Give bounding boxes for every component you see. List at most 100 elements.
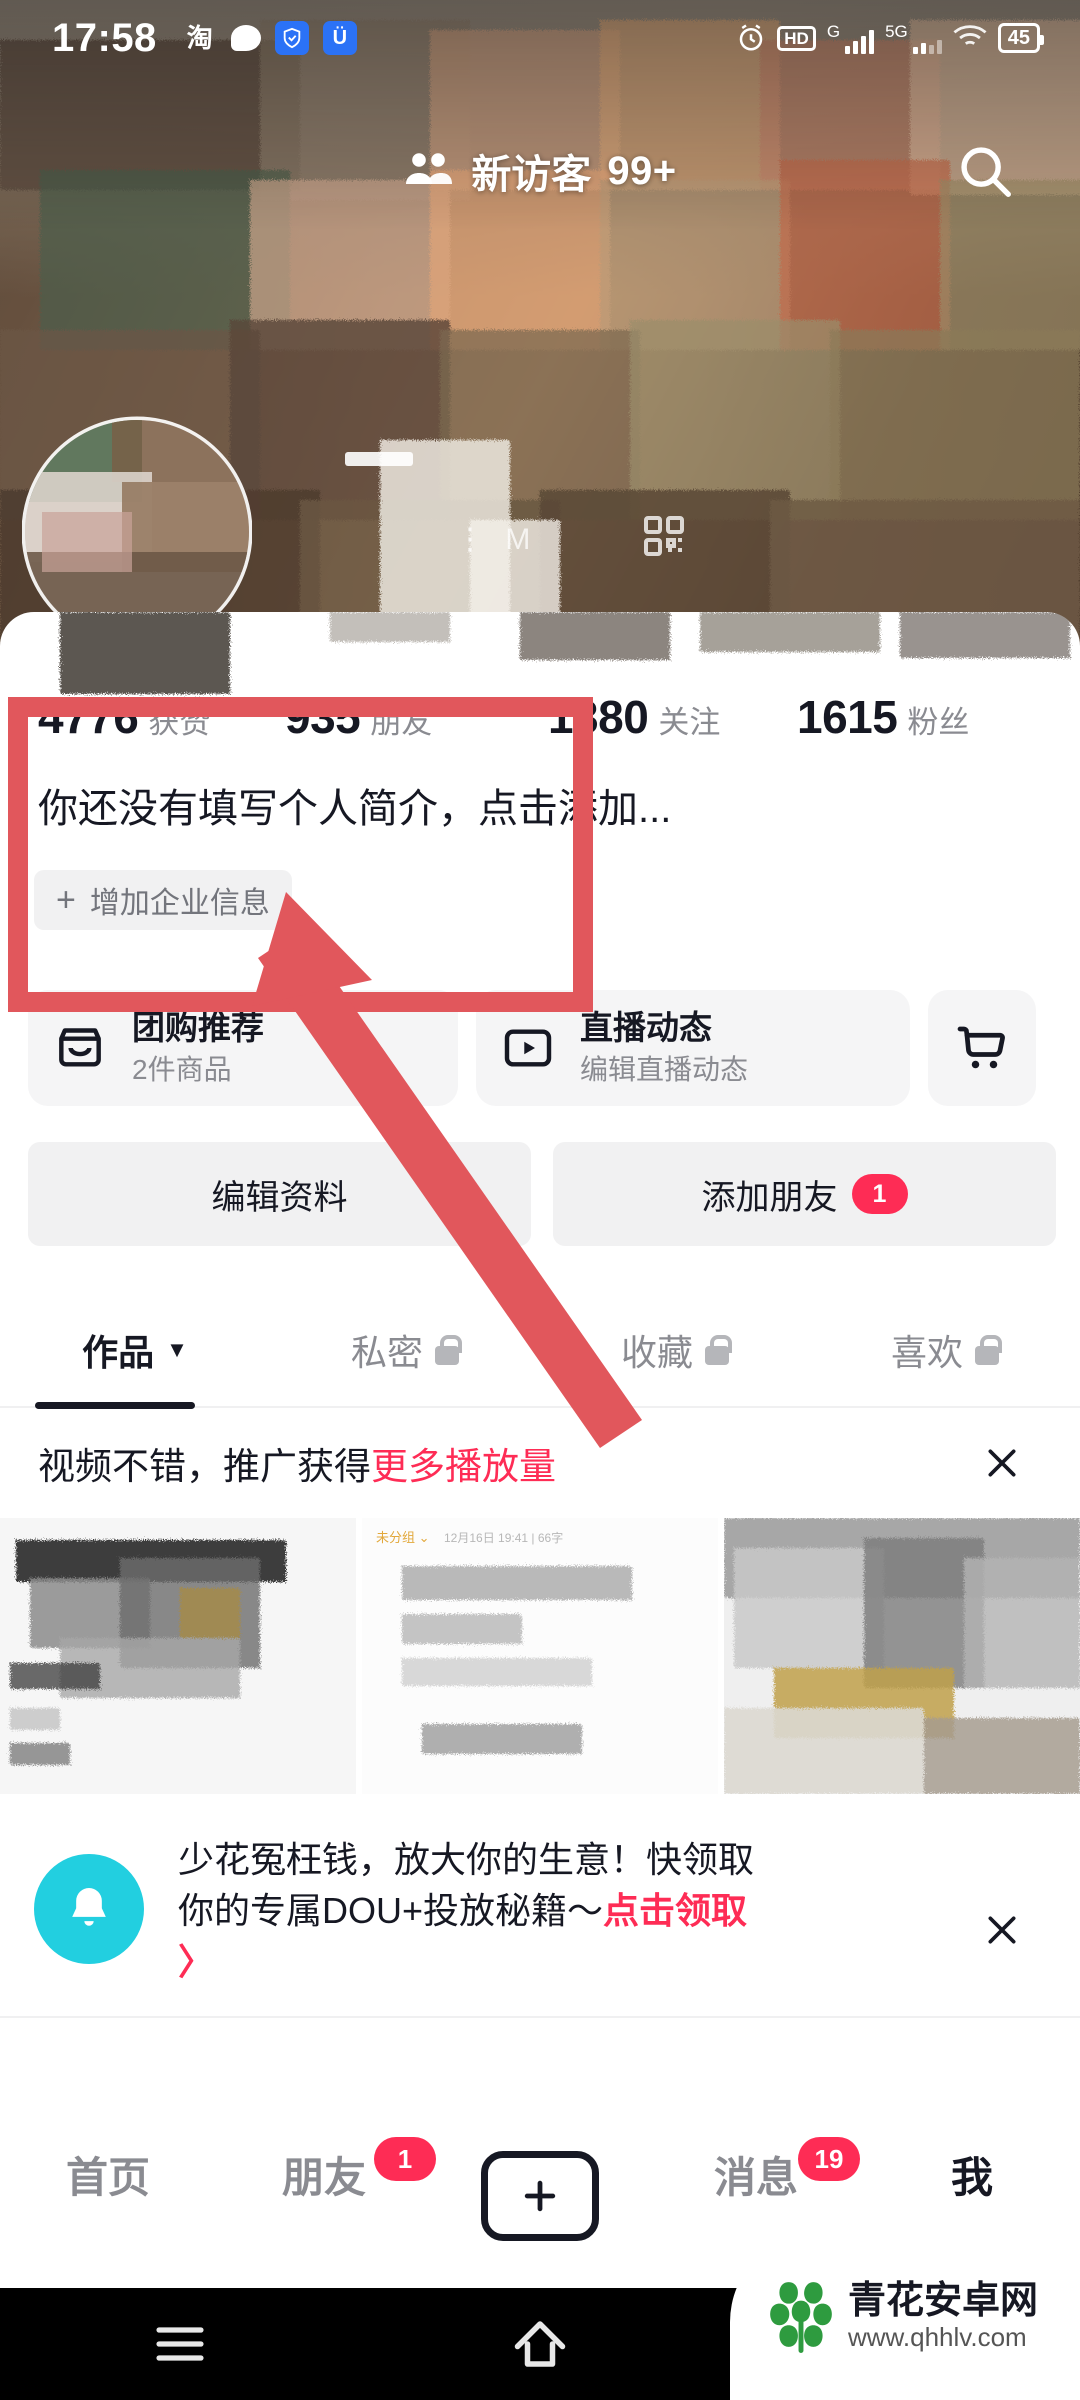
add-friend-button[interactable]: 添加朋友 1: [553, 1142, 1056, 1246]
shortcut-row: 团购推荐 2件商品 直播动态 编辑直播动态: [28, 990, 1056, 1106]
stat-followers[interactable]: 1615 粉丝: [797, 690, 969, 744]
new-visitors-count: 99+: [607, 148, 677, 193]
status-time: 17:58: [52, 15, 157, 60]
dou-plus-text: 少花冤枉钱，放大你的生意！快领取 你的专属DOU+投放秘籍～点击领取 〉: [178, 1834, 938, 1987]
status-bar: 17:58 淘 Ü HD G 5G 45: [0, 0, 1080, 76]
stat-following-label: 关注: [658, 705, 721, 740]
edit-profile-button[interactable]: 编辑资料: [28, 1142, 531, 1246]
tab-private[interactable]: 私密: [270, 1324, 540, 1376]
promote-video-text-highlight: 更多播放量: [371, 1446, 556, 1487]
nav-item-home[interactable]: 首页: [0, 2135, 216, 2245]
bio-text[interactable]: 你还没有填写个人简介，点击添加...: [38, 784, 1038, 834]
battery-indicator: 45: [997, 23, 1045, 53]
work-thumbnail[interactable]: [724, 1518, 1080, 1794]
group-buy-subtitle: 2件商品: [132, 1053, 232, 1085]
search-button[interactable]: [942, 128, 1028, 214]
tab-works[interactable]: 作品 ▼: [0, 1324, 270, 1376]
status-notification-icons: 淘 Ü: [183, 21, 357, 55]
stat-followers-label: 粉丝: [907, 705, 970, 740]
work-category-label: 未分组 ⌄: [376, 1530, 430, 1545]
store-icon: [28, 990, 132, 1106]
group-buy-text: 团购推荐 2件商品: [132, 1009, 290, 1087]
security-shield-icon: [274, 21, 309, 55]
add-enterprise-info-button[interactable]: + 增加企业信息: [34, 870, 292, 930]
dou-plus-line1: 少花冤枉钱，放大你的生意！快领取: [178, 1839, 755, 1880]
stat-following-value: 1380: [548, 691, 649, 743]
live-status-subtitle: 编辑直播动态: [580, 1053, 749, 1085]
work-meta-label: 12月16日 19:41 | 66字: [444, 1530, 563, 1545]
new-visitors-entry[interactable]: 新访客 99+: [0, 128, 1080, 214]
group-buy-title: 团购推荐: [132, 1009, 264, 1047]
banner-more-icon[interactable]: ⋮ M: [455, 522, 536, 557]
shopping-cart-button[interactable]: [928, 990, 1036, 1106]
nav-messages-label: 消息: [713, 2154, 798, 2201]
profile-action-row: 编辑资料 添加朋友 1: [28, 1142, 1056, 1246]
nav-item-create[interactable]: [432, 2135, 648, 2245]
live-status-text: 直播动态 编辑直播动态: [580, 1009, 774, 1087]
tab-likes-label: 喜欢: [890, 1332, 963, 1373]
promote-video-text: 视频不错，推广获得更多播放量: [38, 1436, 556, 1490]
profile-card: 4776 获赞 935 朋友 1380 关注 1615 粉丝 你还没有填写个人简…: [0, 612, 1080, 2092]
nav-friends-label: 朋友: [281, 2154, 366, 2201]
lock-icon: [435, 1335, 462, 1365]
nav-messages-badge: 19: [798, 2137, 860, 2181]
nav-home-label: 首页: [65, 2154, 150, 2201]
tab-favorites[interactable]: 收藏: [540, 1324, 810, 1376]
content-tabs: 作品 ▼ 私密 收藏 喜欢: [0, 1294, 1080, 1406]
bug-app-icon: Ü: [322, 21, 357, 55]
dou-plus-banner[interactable]: 少花冤枉钱，放大你的生意！快领取 你的专属DOU+投放秘籍～点击领取 〉: [0, 1804, 1080, 2016]
profile-stats: 4776 获赞 935 朋友 1380 关注 1615 粉丝: [0, 690, 1080, 760]
live-status-title: 直播动态: [580, 1009, 712, 1047]
qr-code-icon[interactable]: [640, 512, 688, 560]
chevron-down-icon: ▼: [166, 1337, 188, 1362]
stat-friends-value: 935: [285, 691, 361, 743]
dou-banner-divider: [0, 2016, 1080, 2018]
tab-private-label: 私密: [350, 1332, 423, 1373]
home-icon[interactable]: [495, 2309, 585, 2379]
profile-cover-banner[interactable]: ⋮ M: [0, 0, 1080, 660]
live-video-icon: [476, 990, 580, 1106]
stat-likes[interactable]: 4776 获赞: [38, 690, 210, 744]
message-bubble-icon: [230, 25, 261, 51]
site-watermark: 青花安卓网 www.qhhlv.com: [730, 2232, 1080, 2400]
group-buy-entry[interactable]: 团购推荐 2件商品: [28, 990, 458, 1106]
stat-likes-value: 4776: [38, 691, 139, 743]
dou-plus-line2-plain: 你的专属DOU+投放秘籍～: [178, 1890, 604, 1932]
search-icon: [961, 147, 1011, 197]
lock-icon: [975, 1335, 1002, 1365]
work-thumbnail[interactable]: 未分组 ⌄ 12月16日 19:41 | 66字: [362, 1518, 718, 1794]
tab-likes[interactable]: 喜欢: [810, 1324, 1080, 1376]
nav-me-label: 我: [950, 2154, 993, 2201]
edit-profile-label: 编辑资料: [211, 1178, 348, 1217]
tab-favorites-label: 收藏: [620, 1332, 693, 1373]
stat-following[interactable]: 1380 关注: [548, 690, 720, 744]
stat-friends-label: 朋友: [370, 705, 433, 740]
work-thumbnail[interactable]: [0, 1518, 356, 1794]
dou-plus-close-button[interactable]: [972, 1900, 1032, 1960]
nav-friends-badge: 1: [374, 2137, 436, 2181]
add-enterprise-info-label: 增加企业信息: [89, 887, 270, 920]
nav-item-messages[interactable]: 消息 19: [648, 2135, 864, 2245]
bell-icon: [34, 1854, 144, 1964]
shopping-cart-icon: [957, 1026, 1005, 1069]
stat-friends[interactable]: 935 朋友: [285, 690, 432, 744]
chevron-right-icon: 〉: [178, 1941, 215, 1983]
sim2-signal: 5G: [885, 23, 942, 54]
sim1-signal: G: [827, 23, 875, 54]
new-visitors-label: 新访客: [471, 153, 592, 197]
works-grid: 未分组 ⌄ 12月16日 19:41 | 66字: [0, 1518, 1080, 1794]
dou-plus-cta-link[interactable]: 点击领取: [603, 1890, 747, 1931]
wifi-icon: [953, 25, 987, 51]
nav-item-me[interactable]: 我: [864, 2135, 1080, 2245]
recents-menu-icon[interactable]: [135, 2309, 225, 2379]
watermark-site-url: www.qhhlv.com: [848, 2321, 1027, 2352]
hd-icon: HD: [777, 25, 816, 51]
promote-video-banner[interactable]: 视频不错，推广获得更多播放量: [0, 1408, 1080, 1518]
nav-item-friends[interactable]: 朋友 1: [216, 2135, 436, 2245]
add-friend-badge: 1: [851, 1174, 908, 1214]
phone-screen: ⋮ M 17:58 淘 Ü HD G 5G 45 新访客 99+ 4776 获赞…: [0, 0, 1080, 2400]
alarm-icon: [736, 23, 766, 53]
promote-banner-close-button[interactable]: [972, 1433, 1032, 1493]
live-status-entry[interactable]: 直播动态 编辑直播动态: [476, 990, 910, 1106]
lock-icon: [705, 1335, 732, 1365]
